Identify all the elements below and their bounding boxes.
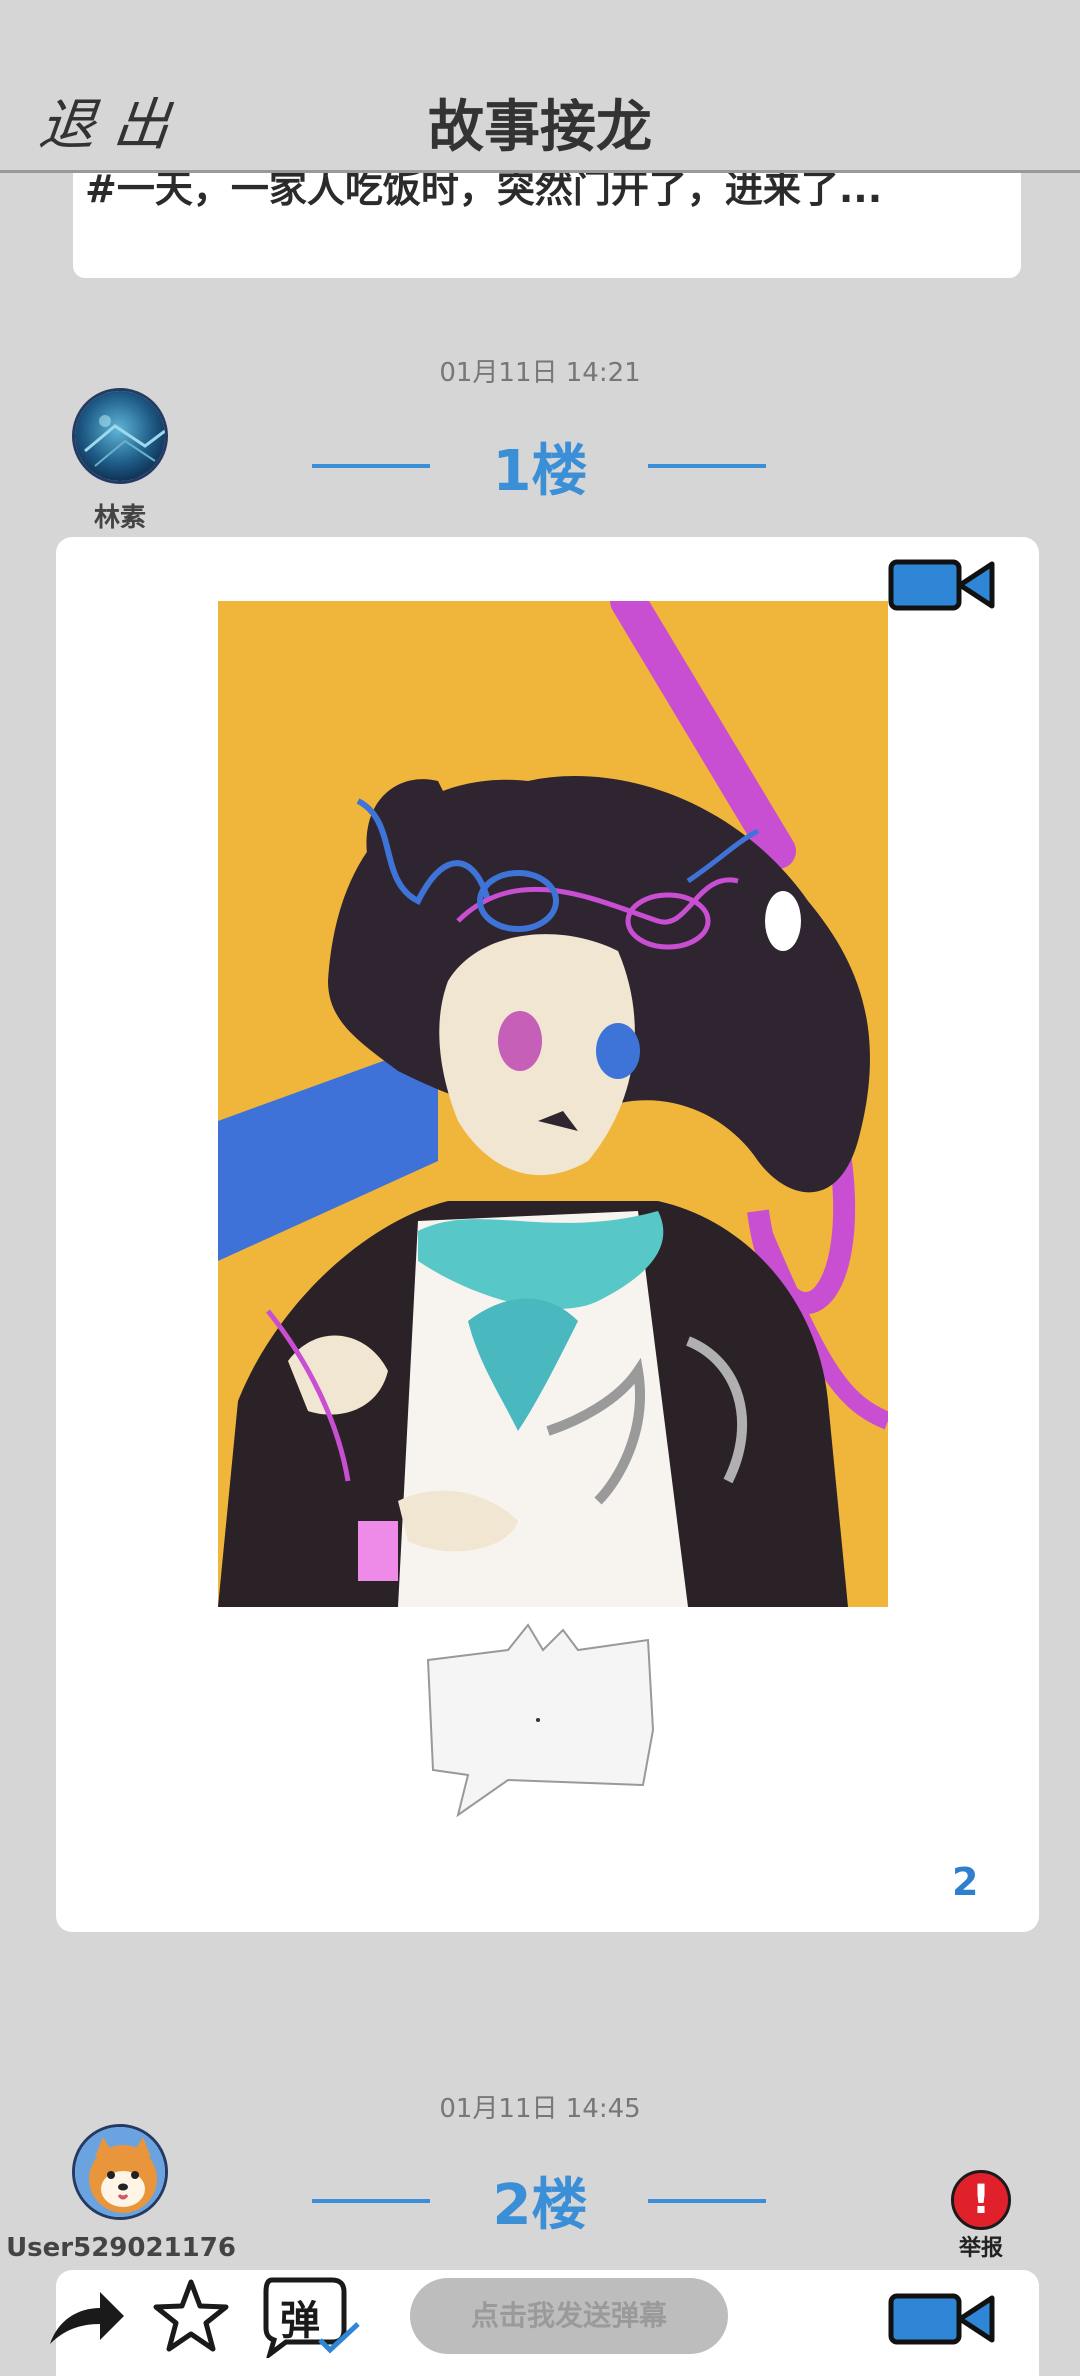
- page-title: 故事接龙: [428, 95, 652, 160]
- danmaku-toggle-icon[interactable]: 弹: [262, 2274, 362, 2358]
- danmaku-input[interactable]: 点击我发送弹幕: [410, 2278, 728, 2354]
- star-icon[interactable]: [152, 2278, 230, 2354]
- report-button[interactable]: ! 举报: [950, 2170, 1012, 2262]
- video-camera-icon[interactable]: [888, 2290, 998, 2348]
- floor-label: 2楼: [492, 2173, 588, 2238]
- share-icon[interactable]: [44, 2282, 128, 2352]
- post-drawing[interactable]: [218, 601, 888, 1607]
- drawing-artwork: [218, 601, 888, 1607]
- post-page-count: 2: [952, 1860, 979, 1904]
- video-camera-icon[interactable]: [888, 556, 998, 614]
- report-label: 举报: [958, 2236, 1003, 2261]
- speech-bubble: [426, 1623, 655, 1818]
- danmaku-icon-char: 弹: [280, 2298, 320, 2344]
- exclamation-icon: !: [951, 2170, 1011, 2230]
- post-timestamp: 01月11日 14:45: [439, 2094, 641, 2124]
- app-header: 退出 故事接龙: [0, 0, 1080, 173]
- floor-divider-right: [648, 464, 766, 468]
- floor-divider-right: [648, 2199, 766, 2203]
- post-timestamp: 01月11日 14:21: [439, 358, 641, 388]
- floor-label: 1楼: [492, 439, 588, 504]
